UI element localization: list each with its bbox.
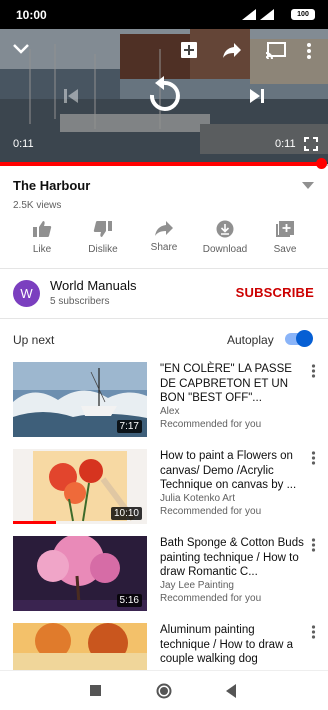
- previous-icon[interactable]: [62, 87, 80, 105]
- video-duration: 7:17: [116, 420, 142, 433]
- list-item[interactable]: 7:17 "EN COLÈRE" LA PASSE DE CAPBRETON E…: [0, 362, 328, 442]
- video-item-channel: Alex: [160, 406, 180, 417]
- download-icon: [216, 220, 234, 238]
- recents-icon[interactable]: [90, 685, 102, 697]
- video-item-title[interactable]: Aluminum painting technique / How to dra…: [160, 623, 306, 667]
- video-duration: 10:10: [110, 507, 142, 520]
- video-duration: 5:16: [116, 594, 142, 607]
- system-nav-bar: [0, 670, 328, 710]
- video-player[interactable]: 0:11 0:11: [0, 29, 328, 164]
- save-icon: [276, 221, 294, 237]
- more-vert-icon[interactable]: [311, 625, 316, 639]
- more-vert-icon[interactable]: [311, 364, 316, 378]
- subscriber-count: 5 subscribers: [50, 296, 110, 307]
- video-item-title[interactable]: How to paint a Flowers on canvas/ Demo /…: [160, 449, 306, 493]
- more-vert-icon[interactable]: [311, 538, 316, 552]
- download-button[interactable]: Download: [195, 220, 255, 255]
- collapse-icon[interactable]: [12, 43, 30, 55]
- elapsed-time: 0:11: [13, 138, 34, 150]
- autoplay-label: Autoplay: [227, 333, 274, 347]
- dislike-button[interactable]: Dislike: [73, 220, 133, 255]
- video-item-title[interactable]: Bath Sponge & Cotton Buds painting techn…: [160, 536, 306, 580]
- status-time: 10:00: [16, 8, 47, 22]
- add-to-playlist-icon[interactable]: [180, 41, 198, 59]
- progress-track[interactable]: [0, 162, 328, 166]
- video-title: The Harbour: [13, 178, 91, 193]
- signal-icon: [260, 9, 274, 20]
- fullscreen-icon[interactable]: [304, 137, 318, 151]
- save-button[interactable]: Save: [255, 220, 315, 255]
- channel-avatar[interactable]: W: [13, 280, 40, 307]
- list-item[interactable]: 5:16 Bath Sponge & Cotton Buds painting …: [0, 536, 328, 616]
- thumb-down-icon: [93, 221, 112, 237]
- video-item-channel: Julia Kotenko Art: [160, 493, 236, 504]
- video-item-note: Recommended for you: [160, 593, 262, 604]
- more-vert-icon[interactable]: [306, 42, 312, 60]
- battery-icon: 100: [291, 9, 315, 20]
- like-button[interactable]: Like: [12, 220, 72, 255]
- total-time: 0:11: [275, 138, 296, 150]
- progress-scrubber[interactable]: [316, 158, 327, 169]
- signal-icon: [242, 9, 256, 20]
- subscribe-button[interactable]: SUBSCRIBE: [236, 285, 314, 300]
- next-icon[interactable]: [248, 87, 266, 105]
- thumb-up-icon: [33, 221, 52, 237]
- replay-icon[interactable]: [145, 75, 183, 115]
- share-icon[interactable]: [222, 42, 242, 58]
- video-thumbnail[interactable]: 10:10: [13, 449, 147, 524]
- autoplay-toggle-knob[interactable]: [296, 330, 313, 347]
- share-icon: [155, 221, 173, 236]
- view-count: 2.5K views: [13, 200, 62, 211]
- video-thumbnail[interactable]: 5:16: [13, 536, 147, 611]
- status-bar: 10:00 100: [0, 0, 328, 29]
- channel-name[interactable]: World Manuals: [50, 278, 136, 293]
- action-bar: Like Dislike Share Download Save: [0, 220, 328, 260]
- expand-description-icon[interactable]: [302, 182, 314, 190]
- video-item-title[interactable]: "EN COLÈRE" LA PASSE DE CAPBRETON ET UN …: [160, 362, 306, 406]
- video-item-channel: Jay Lee Painting: [160, 580, 234, 591]
- video-item-note: Recommended for you: [160, 506, 262, 517]
- watched-progress: [13, 521, 56, 524]
- progress-fill: [0, 162, 322, 166]
- back-icon[interactable]: [225, 684, 237, 698]
- home-icon[interactable]: [156, 683, 172, 699]
- video-thumbnail[interactable]: 7:17: [13, 362, 147, 437]
- cast-icon[interactable]: [265, 41, 287, 59]
- share-button[interactable]: Share: [134, 220, 194, 253]
- more-vert-icon[interactable]: [311, 451, 316, 465]
- video-item-note: Recommended for you: [160, 419, 262, 430]
- up-next-label: Up next: [13, 333, 55, 347]
- list-item[interactable]: 10:10 How to paint a Flowers on canvas/ …: [0, 449, 328, 529]
